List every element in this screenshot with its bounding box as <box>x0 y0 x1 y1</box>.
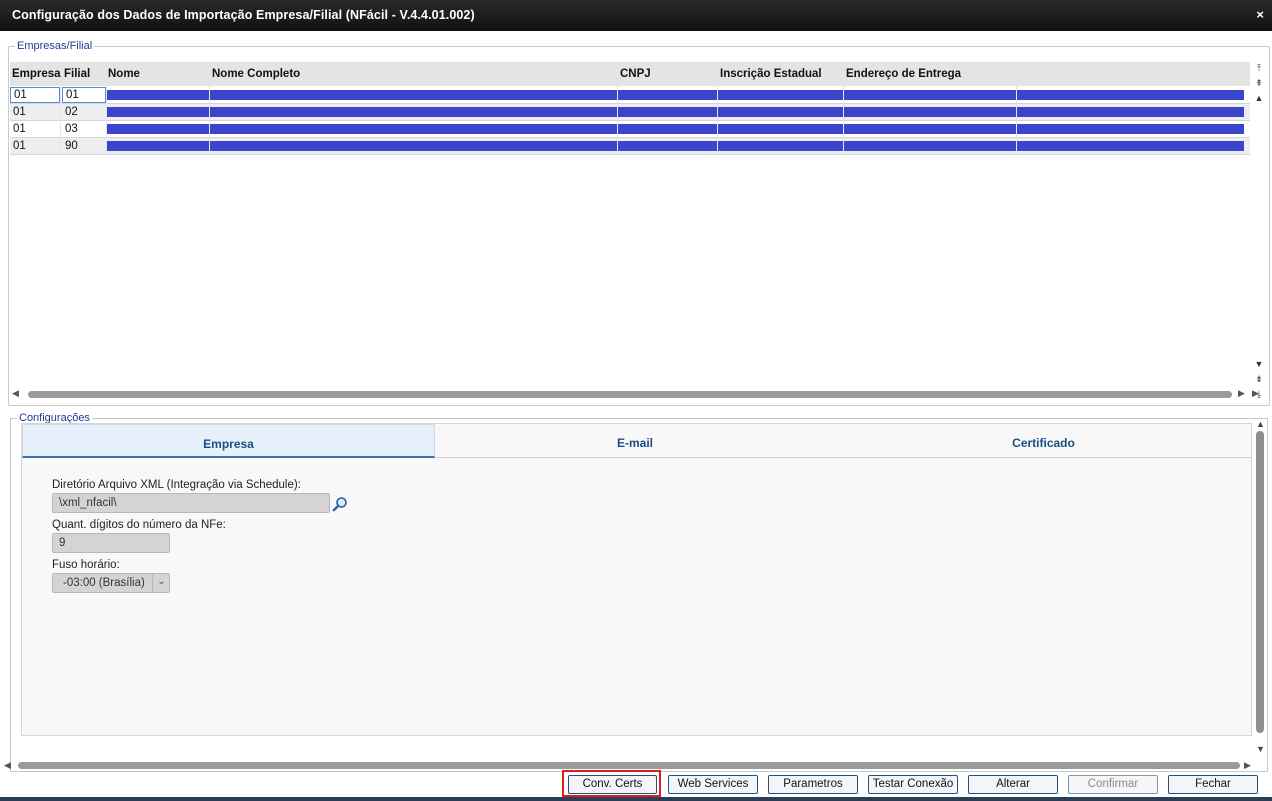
table-row[interactable]: 01 01 <box>10 87 1250 104</box>
nfe-digits-label: Quant. dígitos do número da NFe: <box>52 519 226 531</box>
cell-empresa[interactable]: 01 <box>10 87 60 103</box>
row-data-bar <box>107 107 1244 117</box>
column-header-inscricao-estadual[interactable]: Inscrição Estadual <box>720 68 822 80</box>
alterar-button[interactable]: Alterar <box>968 775 1058 794</box>
scroll-left-icon[interactable]: ◀ <box>4 760 11 771</box>
xml-dir-label: Diretório Arquivo XML (Integração via Sc… <box>52 479 301 491</box>
title-bar: Configuração dos Dados de Importação Emp… <box>0 0 1272 31</box>
cell-empresa[interactable]: 01 <box>13 140 26 152</box>
scroll-up-icon[interactable]: ▲ <box>1252 92 1266 105</box>
companies-grid: Empresa Filial Nome Nome Completo CNPJ I… <box>10 62 1250 387</box>
cell-empresa[interactable]: 01 <box>13 106 26 118</box>
grid-header: Empresa Filial Nome Nome Completo CNPJ I… <box>10 62 1250 86</box>
scroll-left-icon[interactable]: ◀ <box>12 388 19 399</box>
testar-conexao-button[interactable]: Testar Conexão <box>868 775 958 794</box>
column-header-nome[interactable]: Nome <box>108 68 140 80</box>
column-divider <box>617 86 618 154</box>
cell-empresa[interactable]: 01 <box>13 123 26 135</box>
conv-certs-button[interactable]: Conv. Certs <box>568 775 657 794</box>
column-divider <box>209 86 210 154</box>
cell-filial[interactable]: 90 <box>65 140 78 152</box>
cell-filial[interactable]: 01 <box>62 87 106 103</box>
row-data-bar <box>107 141 1244 151</box>
config-vertical-scrollbar[interactable]: ▲ ▼ <box>1253 418 1267 758</box>
column-divider <box>1016 86 1017 154</box>
row-data-bar <box>107 124 1244 134</box>
close-icon[interactable]: × <box>1256 7 1264 22</box>
nfe-digits-input[interactable]: 9 <box>52 533 170 553</box>
scroll-top-icon[interactable]: ⤒ <box>1252 62 1266 75</box>
table-row[interactable]: 01 03 <box>10 121 1250 138</box>
grid-horizontal-scrollbar[interactable]: ◀ ▶ <box>10 388 1250 400</box>
column-header-endereco-entrega[interactable]: Endereço de Entrega <box>846 68 961 80</box>
timezone-label: Fuso horário: <box>52 559 120 571</box>
window-title: Configuração dos Dados de Importação Emp… <box>12 8 475 22</box>
tab-certificado[interactable]: Certificado <box>835 424 1252 458</box>
scroll-page-up-icon[interactable]: ⇞ <box>1252 77 1266 90</box>
chevron-down-icon[interactable]: ⌄ <box>152 573 170 593</box>
scroll-down-icon[interactable]: ▼ <box>1252 358 1266 371</box>
table-row[interactable]: 01 90 <box>10 138 1250 155</box>
column-header-filial[interactable]: Filial <box>64 68 90 80</box>
column-divider <box>106 86 107 154</box>
app-window: Configuração dos Dados de Importação Emp… <box>0 0 1272 801</box>
fechar-button[interactable]: Fechar <box>1168 775 1258 794</box>
magnifier-icon[interactable] <box>332 496 348 512</box>
parametros-button[interactable]: Parametros <box>768 775 858 794</box>
tab-divider <box>435 457 1252 458</box>
scroll-up-icon[interactable]: ▲ <box>1256 419 1265 429</box>
scroll-right-icon[interactable]: ▶ <box>1238 388 1245 399</box>
column-header-empresa[interactable]: Empresa <box>12 68 61 80</box>
column-divider <box>717 86 718 154</box>
cell-filial[interactable]: 03 <box>65 123 78 135</box>
column-divider <box>60 86 61 154</box>
scroll-page-down-icon[interactable]: ⇟ <box>1252 373 1266 386</box>
scroll-right-icon[interactable]: ▶ <box>1244 760 1251 771</box>
column-divider <box>843 86 844 154</box>
confirmar-button[interactable]: Confirmar <box>1068 775 1158 794</box>
table-row[interactable]: 01 02 <box>10 104 1250 121</box>
tab-email[interactable]: E-mail <box>435 424 835 458</box>
scroll-right-end-icon[interactable]: ▶ <box>1252 388 1259 399</box>
companies-group-legend: Empresas/Filial <box>15 40 95 52</box>
column-header-nome-completo[interactable]: Nome Completo <box>212 68 300 80</box>
tab-empresa[interactable]: Empresa <box>22 424 435 458</box>
config-horizontal-scroll-thumb[interactable] <box>18 762 1240 769</box>
bottom-border <box>0 797 1272 801</box>
row-data-bar <box>107 90 1244 100</box>
grid-horizontal-scroll-thumb[interactable] <box>28 391 1232 398</box>
column-header-cnpj[interactable]: CNPJ <box>620 68 651 80</box>
xml-dir-input[interactable]: \xml_nfacil\ <box>52 493 330 513</box>
config-tab-panel: Empresa E-mail Certificado <box>21 423 1252 736</box>
cell-filial[interactable]: 02 <box>65 106 78 118</box>
web-services-button[interactable]: Web Services <box>668 775 758 794</box>
grid-vertical-scrollbar[interactable]: ⤒ ⇞ ▲ ▼ ⇟ ⤓ <box>1252 62 1266 402</box>
scroll-down-icon[interactable]: ▼ <box>1256 744 1265 754</box>
config-vertical-scroll-thumb[interactable] <box>1256 431 1264 733</box>
